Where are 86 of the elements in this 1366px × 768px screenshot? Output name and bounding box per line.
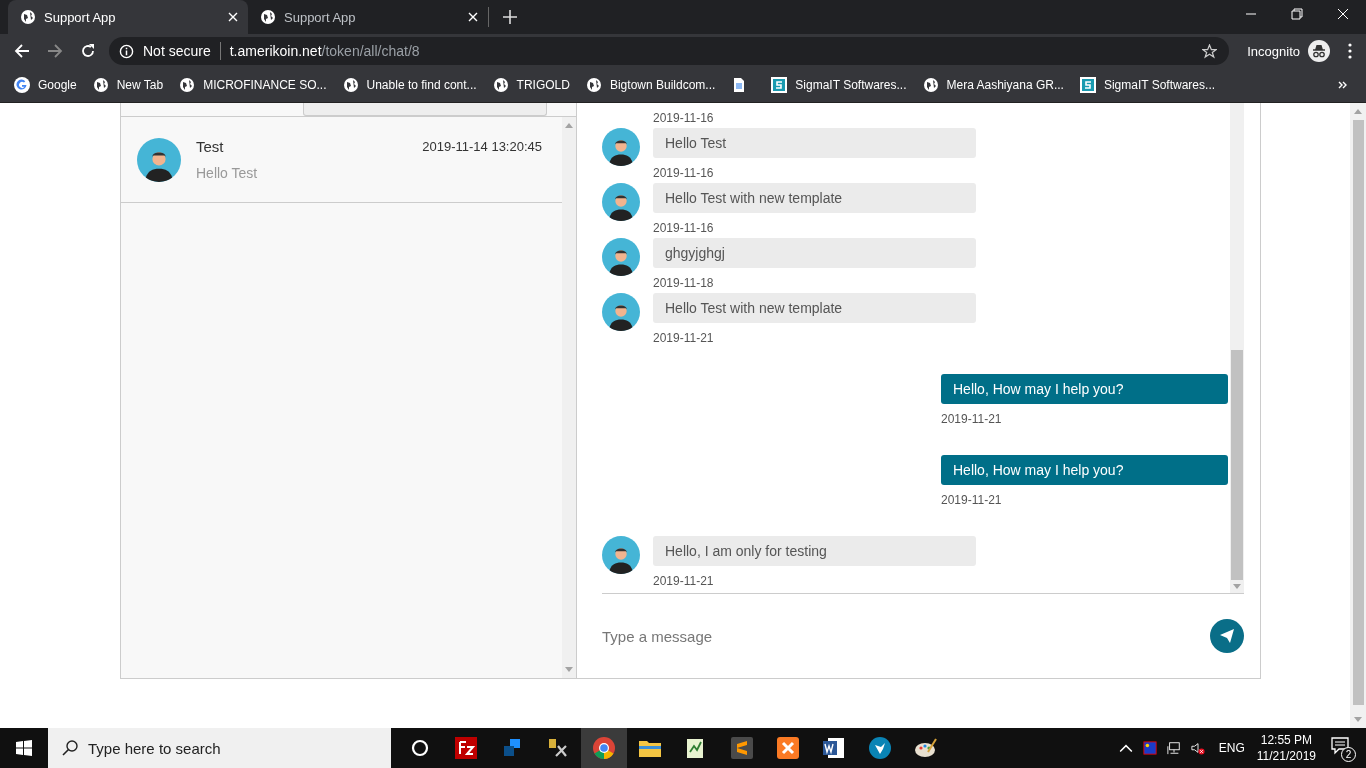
globe-icon: [922, 77, 939, 93]
send-button[interactable]: [1210, 619, 1244, 653]
avatar-icon: [602, 128, 640, 166]
tab-title: Support App: [44, 9, 117, 25]
scrollbar-thumb[interactable]: [1231, 350, 1243, 580]
google-icon: [14, 77, 30, 93]
search-icon: [62, 740, 78, 756]
star-icon[interactable]: [1202, 43, 1218, 59]
search-field[interactable]: [303, 103, 547, 116]
scrollbar[interactable]: [1230, 103, 1244, 593]
incognito-icon[interactable]: [1308, 40, 1330, 62]
bookmark[interactable]: Google: [14, 77, 77, 93]
globe-icon: [20, 9, 36, 25]
chevron-icon[interactable]: [1338, 81, 1348, 89]
contact-name: Test: [196, 138, 224, 155]
address-bar[interactable]: Not secure t.amerikoin.net/token/all/chat/8: [109, 37, 1230, 65]
security-label: Not secure: [143, 43, 211, 59]
browser-tab[interactable]: Support App: [8, 0, 248, 34]
avatar-icon: [602, 238, 640, 276]
bookmark[interactable]: New Tab: [92, 77, 164, 93]
browser-tab[interactable]: Support App: [248, 0, 488, 34]
bookmark[interactable]: Bigtown Buildcom...: [585, 77, 716, 93]
globe-icon: [585, 77, 602, 93]
globe-icon: [492, 77, 509, 93]
reload-icon[interactable]: [80, 43, 96, 59]
contact-time: 2019-11-14 13:20:45: [422, 139, 542, 154]
notification-icon: [1330, 736, 1350, 756]
url-text: t.amerikoin.net/token/all/chat/8: [229, 43, 420, 59]
contact-item[interactable]: Test 2019-11-14 13:20:45 Hello Test: [121, 117, 562, 203]
message-preview: Hello Test: [196, 165, 259, 181]
bookmark[interactable]: TRIGOLD: [492, 77, 570, 93]
avatar-icon: [602, 536, 640, 574]
chrome-icon[interactable]: [581, 728, 627, 768]
info-icon: [119, 43, 134, 59]
close-icon[interactable]: [1337, 8, 1349, 20]
clock[interactable]: 12:55 PM 11/21/2019: [1256, 732, 1316, 764]
profile-label[interactable]: Incognito: [1247, 43, 1300, 59]
s-logo-icon: [771, 77, 788, 93]
globe-icon: [92, 77, 109, 93]
message-bubble: ghgyjghgj: [653, 238, 976, 268]
notification-count: 2: [1341, 747, 1356, 762]
forward-arrow-icon[interactable]: [47, 43, 63, 59]
scrollbar-thumb[interactable]: [1352, 120, 1364, 705]
restore-icon[interactable]: [1291, 8, 1303, 20]
globe-icon: [179, 77, 196, 93]
back-arrow-icon[interactable]: [14, 43, 30, 59]
s-logo-icon: [1079, 77, 1096, 93]
message-bubble: Hello Test: [653, 128, 976, 158]
message-date: 2019-11-21: [653, 331, 714, 346]
menu-icon[interactable]: [1348, 43, 1352, 59]
search-placeholder: Type here to search: [88, 739, 221, 757]
bookmark[interactable]: Mera Aashiyana GR...: [922, 77, 1064, 93]
globe-icon: [260, 9, 276, 25]
network-icon[interactable]: [1166, 741, 1181, 755]
message-bubble: Hello, How may I help you?: [941, 374, 1228, 404]
scrollbar[interactable]: [1350, 103, 1366, 728]
message-date: 2019-11-16: [653, 111, 714, 126]
bookmark[interactable]: SigmaIT Softwares...: [1079, 77, 1216, 93]
message-bubble: Hello Test with new template: [653, 183, 976, 213]
search-field[interactable]: Type here to search: [48, 728, 391, 768]
plus-icon[interactable]: [503, 10, 517, 24]
close-icon[interactable]: [228, 12, 238, 22]
message-bubble: Hello, How may I help you?: [941, 455, 1228, 485]
message-date: 2019-11-21: [941, 412, 1002, 427]
message-date: 2019-11-16: [653, 166, 714, 181]
language-indicator[interactable]: ENG: [1218, 741, 1245, 755]
close-icon[interactable]: [468, 12, 478, 22]
message-bubble: Hello Test with new template: [653, 293, 976, 323]
avatar-icon: [602, 183, 640, 221]
windows-logo-icon[interactable]: [16, 740, 32, 756]
bookmark[interactable]: Unable to find cont...: [342, 77, 477, 93]
message-bubble: Hello, I am only for testing: [653, 536, 976, 566]
message-date: 2019-11-21: [941, 493, 1002, 508]
avatar-icon: [602, 293, 640, 331]
avatar-icon: [137, 137, 181, 182]
app-tray-icon[interactable]: [1142, 741, 1157, 755]
message-input[interactable]: Type a message: [602, 621, 1200, 651]
message-date: 2019-11-16: [653, 221, 714, 236]
paper-plane-icon: [1219, 628, 1235, 644]
message-date: 2019-11-18: [653, 276, 714, 291]
bookmark[interactable]: SigmaIT Softwares...: [771, 77, 907, 93]
speaker-muted-icon[interactable]: [1190, 741, 1205, 755]
globe-icon: [342, 77, 359, 93]
bookmark[interactable]: MICROFINANCE SO...: [179, 77, 327, 93]
message-date: 2019-11-21: [653, 574, 714, 589]
tab-title: Support App: [284, 9, 357, 25]
